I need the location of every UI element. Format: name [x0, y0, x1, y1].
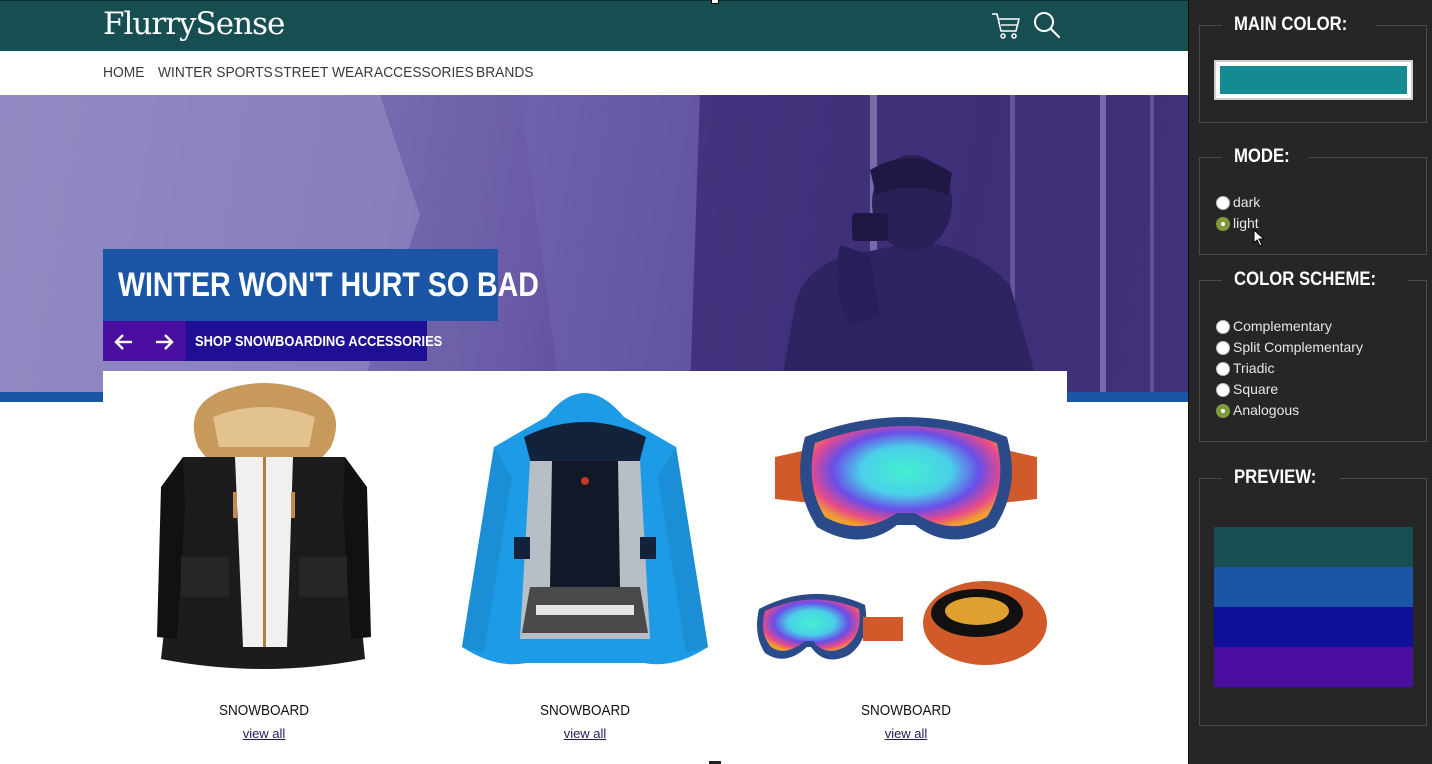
main-color-value-swatch	[1220, 66, 1407, 94]
scheme-option-label: Analogous	[1233, 402, 1300, 418]
radio-button[interactable]	[1216, 196, 1230, 210]
mode-option-label: dark	[1233, 194, 1261, 210]
product-card[interactable]: SNOWBOARD view all	[745, 371, 1067, 764]
hero-headline: WINTER WON'T HURT SO BAD	[118, 266, 539, 304]
preview-swatch	[1214, 527, 1413, 567]
mode-title: MODE:	[1234, 146, 1290, 167]
product-name: SNOWBOARD	[539, 702, 630, 719]
nav-item-brands[interactable]: BRANDS	[476, 64, 534, 81]
mouse-cursor-icon	[1253, 229, 1266, 247]
hero-next-button[interactable]	[144, 321, 186, 361]
search-icon[interactable]	[1032, 10, 1062, 40]
nav-item-accessories[interactable]: ACCESSORIES	[374, 64, 474, 81]
preview-title: PREVIEW:	[1234, 467, 1317, 488]
main-color-picker[interactable]	[1214, 60, 1413, 100]
radio-button[interactable]	[1216, 362, 1230, 376]
parka-image	[157, 383, 371, 669]
preview-section: PREVIEW:	[1199, 467, 1427, 726]
radio-button[interactable]	[1216, 320, 1230, 334]
product-card[interactable]: SNOWBOARD view all	[103, 371, 425, 764]
product-name: SNOWBOARD	[860, 702, 951, 719]
preview-swatch	[1214, 647, 1413, 687]
main-nav: HOME WINTER SPORTS STREET WEAR ACCESSORI…	[0, 51, 1188, 95]
jacket-image	[462, 393, 708, 665]
mode-section: MODE: dark light	[1199, 146, 1427, 255]
hero-cta-label: SHOP SNOWBOARDING ACCESSORIES	[195, 333, 443, 350]
preview-swatches	[1214, 527, 1413, 687]
radio-button[interactable]	[1216, 341, 1230, 355]
product-name: SNOWBOARD	[218, 702, 309, 719]
site-logo[interactable]: FlurrySense	[103, 6, 285, 42]
product-view-all-link[interactable]: view all	[564, 726, 607, 741]
hero-headline-box: WINTER WON'T HURT SO BAD	[103, 249, 539, 321]
nav-item-street-wear[interactable]: STREET WEAR	[274, 64, 373, 81]
product-view-all-link[interactable]: view all	[885, 726, 928, 741]
resize-handle-top[interactable]	[711, 0, 719, 4]
scheme-option-label: Square	[1233, 381, 1279, 397]
product-card[interactable]: SNOWBOARD view all	[424, 371, 746, 764]
hero-prev-button[interactable]	[103, 321, 144, 361]
site-preview: FlurrySense HOME WINTER SPORTS STREET WE…	[0, 0, 1188, 764]
scheme-option-label: Complementary	[1233, 318, 1332, 334]
main-color-title: MAIN COLOR:	[1234, 14, 1348, 35]
top-bar: FlurrySense	[0, 0, 1188, 51]
product-view-all-link[interactable]: view all	[243, 726, 286, 741]
preview-swatch	[1214, 567, 1413, 607]
cart-icon[interactable]	[990, 9, 1022, 41]
nav-item-home[interactable]: HOME	[103, 64, 144, 81]
radio-button[interactable]	[1216, 217, 1230, 231]
color-scheme-section: COLOR SCHEME: Complementary Split Comple…	[1199, 269, 1427, 442]
radio-button[interactable]	[1216, 383, 1230, 397]
main-color-section: MAIN COLOR:	[1199, 14, 1427, 123]
preview-swatch	[1214, 607, 1413, 647]
color-scheme-title: COLOR SCHEME:	[1234, 269, 1377, 290]
settings-panel: MAIN COLOR: MODE: dark light COLOR SCHEM…	[1188, 0, 1432, 764]
product-grid: SNOWBOARD view all SNOWBOARD view all SN…	[103, 371, 1067, 764]
hero-cta-button[interactable]: SHOP SNOWBOARDING ACCESSORIES	[186, 321, 442, 361]
goggles-image	[757, 417, 1047, 665]
radio-button[interactable]	[1216, 404, 1230, 418]
scheme-option-label: Triadic	[1233, 360, 1275, 376]
arrow-left-icon	[114, 334, 132, 350]
scheme-option-label: Split Complementary	[1233, 339, 1363, 355]
arrow-right-icon	[156, 334, 174, 350]
nav-item-winter-sports[interactable]: WINTER SPORTS	[158, 64, 273, 81]
